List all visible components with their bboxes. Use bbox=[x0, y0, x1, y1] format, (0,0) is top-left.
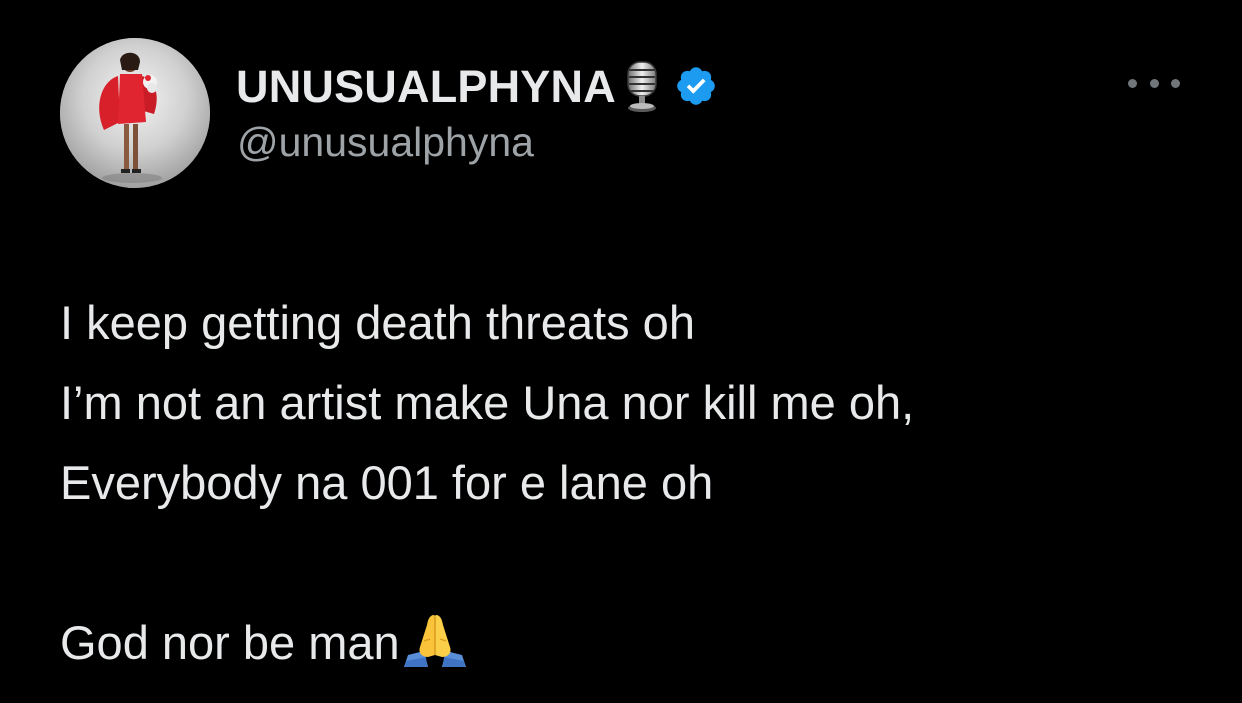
avatar-image bbox=[60, 38, 210, 188]
folded-hands-icon bbox=[402, 611, 468, 669]
more-options-icon[interactable] bbox=[1128, 70, 1180, 96]
tweet-line: Everybody na 001 for e lane oh bbox=[60, 456, 714, 509]
microphone-icon bbox=[622, 58, 662, 114]
user-handle[interactable]: @unusualphyna bbox=[237, 122, 534, 163]
more-dot bbox=[1149, 78, 1159, 88]
tweet-card: UNUSUALPHYNA @unusualphyna I keep gettin… bbox=[0, 0, 1242, 703]
tweet-line: I keep getting death threats oh bbox=[60, 296, 695, 349]
tweet-line: I’m not an artist make Una nor kill me o… bbox=[60, 376, 915, 429]
user-name-row: UNUSUALPHYNA bbox=[236, 56, 718, 116]
avatar[interactable] bbox=[60, 38, 210, 188]
tweet-text: I keep getting death threats oh I’m not … bbox=[60, 283, 1190, 683]
tweet-closing-line: God nor be man bbox=[60, 603, 1190, 683]
closing-text: God nor be man bbox=[60, 616, 400, 669]
verified-badge-icon[interactable] bbox=[674, 64, 718, 108]
more-dot bbox=[1171, 78, 1180, 88]
more-dot bbox=[1128, 78, 1137, 88]
display-name[interactable]: UNUSUALPHYNA bbox=[236, 64, 616, 109]
